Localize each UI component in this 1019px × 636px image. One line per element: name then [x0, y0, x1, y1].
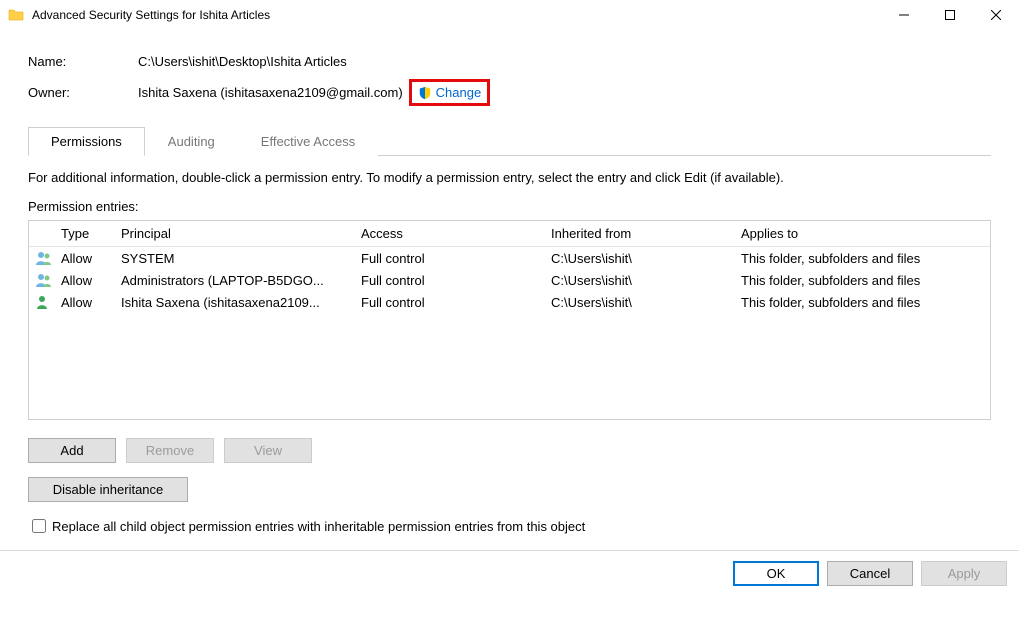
owner-label: Owner:: [28, 85, 138, 100]
principal-icon: [35, 272, 53, 288]
col-header-inherited[interactable]: Inherited from: [551, 226, 741, 241]
table-row[interactable]: AllowSYSTEMFull controlC:\Users\ishit\Th…: [29, 247, 990, 269]
permission-table: Type Principal Access Inherited from App…: [28, 220, 991, 420]
cell-access: Full control: [361, 295, 551, 310]
tab-auditing[interactable]: Auditing: [145, 127, 238, 156]
maximize-button[interactable]: [927, 0, 973, 30]
replace-children-checkbox[interactable]: [32, 519, 46, 533]
remove-button: Remove: [126, 438, 214, 463]
cell-type: Allow: [61, 273, 121, 288]
tab-effective-access[interactable]: Effective Access: [238, 127, 378, 156]
cell-applies: This folder, subfolders and files: [741, 295, 984, 310]
col-header-type[interactable]: Type: [61, 226, 121, 241]
tabs: Permissions Auditing Effective Access: [28, 126, 991, 156]
owner-value: Ishita Saxena (ishitasaxena2109@gmail.co…: [138, 85, 403, 100]
principal-icon: [35, 250, 53, 266]
disable-inheritance-button[interactable]: Disable inheritance: [28, 477, 188, 502]
minimize-button[interactable]: [881, 0, 927, 30]
tab-permissions[interactable]: Permissions: [28, 127, 145, 156]
view-button: View: [224, 438, 312, 463]
cell-inherited: C:\Users\ishit\: [551, 251, 741, 266]
table-row[interactable]: AllowIshita Saxena (ishitasaxena2109...F…: [29, 291, 990, 313]
cancel-button[interactable]: Cancel: [827, 561, 913, 586]
cell-type: Allow: [61, 251, 121, 266]
ok-button[interactable]: OK: [733, 561, 819, 586]
table-header: Type Principal Access Inherited from App…: [29, 221, 990, 247]
window-title: Advanced Security Settings for Ishita Ar…: [32, 8, 881, 22]
cell-principal: Administrators (LAPTOP-B5DGO...: [121, 273, 361, 288]
principal-icon: [35, 294, 53, 310]
name-label: Name:: [28, 54, 138, 69]
entries-label: Permission entries:: [28, 199, 991, 214]
col-header-access[interactable]: Access: [361, 226, 551, 241]
name-value: C:\Users\ishit\Desktop\Ishita Articles: [138, 54, 347, 69]
table-row[interactable]: AllowAdministrators (LAPTOP-B5DGO...Full…: [29, 269, 990, 291]
titlebar: Advanced Security Settings for Ishita Ar…: [0, 0, 1019, 30]
cell-inherited: C:\Users\ishit\: [551, 273, 741, 288]
cell-access: Full control: [361, 273, 551, 288]
folder-icon: [8, 7, 24, 23]
col-header-principal[interactable]: Principal: [121, 226, 361, 241]
cell-applies: This folder, subfolders and files: [741, 273, 984, 288]
cell-access: Full control: [361, 251, 551, 266]
replace-children-label: Replace all child object permission entr…: [52, 519, 585, 534]
close-button[interactable]: [973, 0, 1019, 30]
change-highlight-box: Change: [409, 79, 491, 106]
cell-principal: SYSTEM: [121, 251, 361, 266]
col-header-applies[interactable]: Applies to: [741, 226, 984, 241]
shield-icon: [418, 86, 432, 100]
cell-inherited: C:\Users\ishit\: [551, 295, 741, 310]
cell-principal: Ishita Saxena (ishitasaxena2109...: [121, 295, 361, 310]
info-text: For additional information, double-click…: [28, 170, 991, 185]
apply-button: Apply: [921, 561, 1007, 586]
cell-type: Allow: [61, 295, 121, 310]
change-owner-link[interactable]: Change: [436, 85, 482, 100]
add-button[interactable]: Add: [28, 438, 116, 463]
cell-applies: This folder, subfolders and files: [741, 251, 984, 266]
